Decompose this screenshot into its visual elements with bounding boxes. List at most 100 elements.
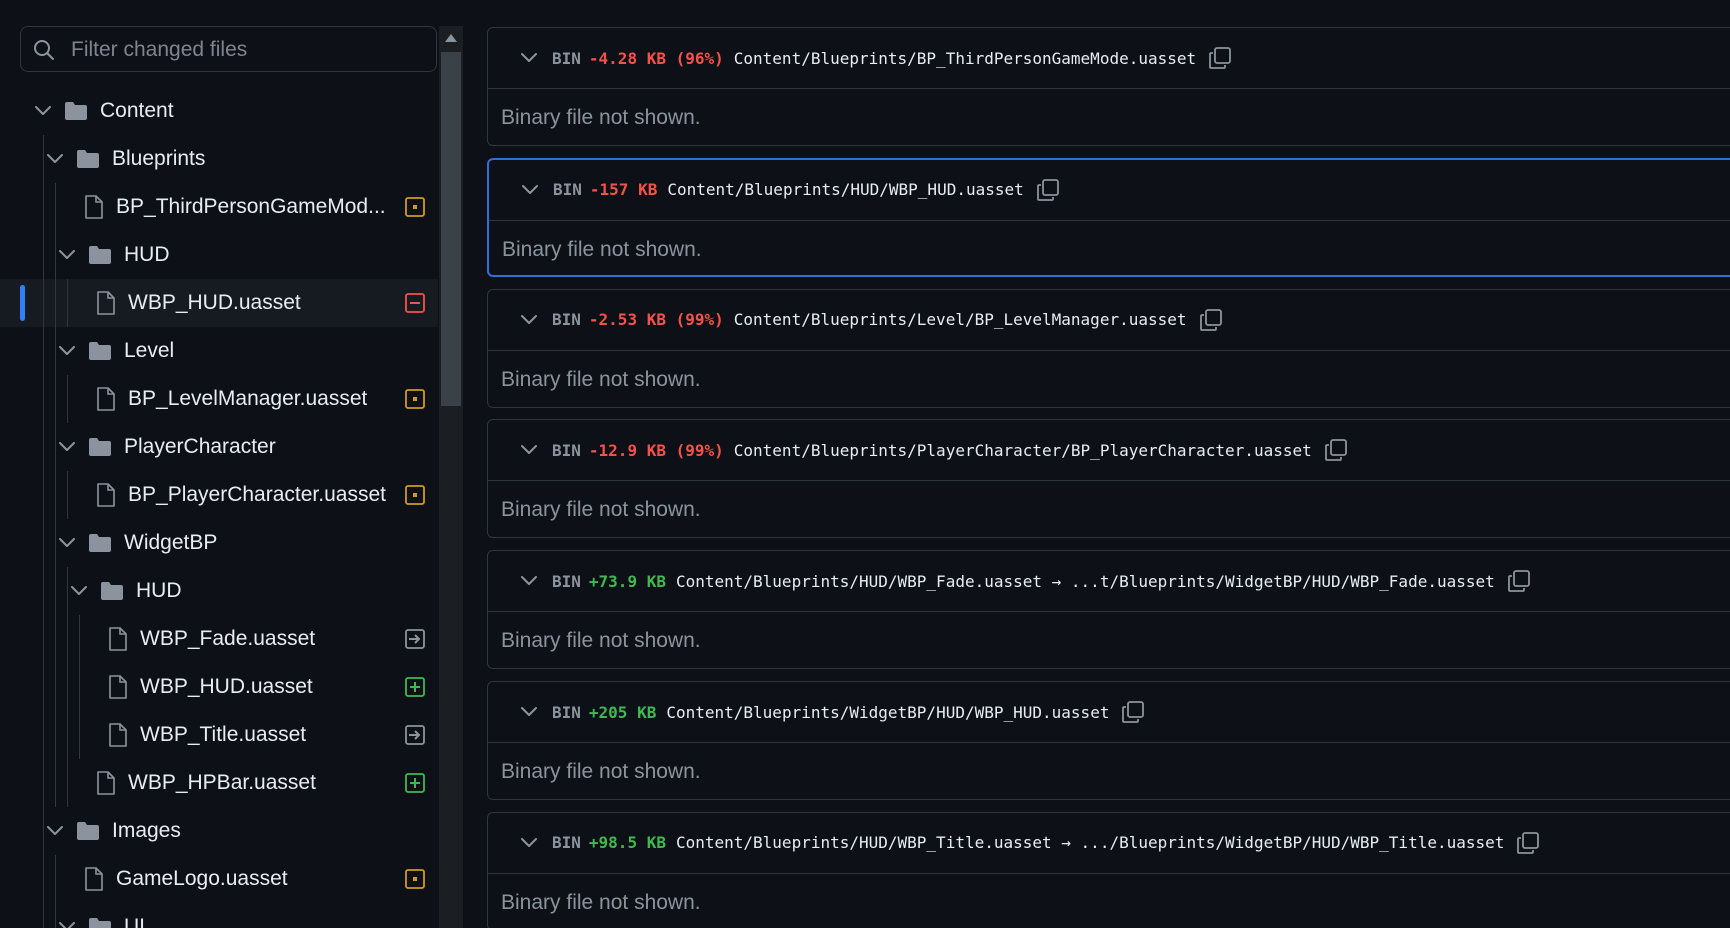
file-icon (96, 387, 116, 411)
tree-folder[interactable]: Level (0, 327, 438, 375)
diff-header[interactable]: BIN -157 KB Content/Blueprints/HUD/WBP_HUD… (489, 160, 1730, 221)
file-path[interactable]: Content/Blueprints/PlayerCharacter/BP_Pl… (734, 441, 1312, 460)
tree-indent-guide (43, 855, 44, 903)
copy-icon[interactable] (1199, 308, 1223, 332)
tree-folder[interactable]: UI (0, 903, 438, 928)
tree-file[interactable]: BP_PlayerCharacter.uasset (0, 471, 438, 519)
binary-badge: BIN (552, 702, 581, 722)
diff-card: BIN -4.28 KB (96%) Content/Blueprints/BP_T… (487, 27, 1730, 146)
tree-file[interactable]: GameLogo.uasset (0, 855, 438, 903)
file-icon (108, 627, 128, 651)
copy-icon[interactable] (1516, 831, 1540, 855)
tree-folder[interactable]: PlayerCharacter (0, 423, 438, 471)
status-deleted-icon (404, 292, 426, 314)
file-path[interactable]: Content/Blueprints/HUD/WBP_Title.uasset … (676, 833, 1504, 852)
diff-header[interactable]: BIN +205 KB Content/Blueprints/WidgetBP/HU… (488, 682, 1730, 743)
chevron-down-icon[interactable] (518, 576, 540, 586)
tree-indent-guide (43, 567, 44, 615)
diff-header[interactable]: BIN +98.5 KB Content/Blueprints/HUD/WBP_Ti… (488, 813, 1730, 874)
diff-header[interactable]: BIN -12.9 KB (99%) Content/Blueprints/Play… (488, 420, 1730, 482)
chevron-down-icon[interactable] (518, 314, 540, 325)
tree-indent-guide (67, 663, 68, 711)
file-tree: Content Blueprints BP_ThirdPersonGameMod..… (0, 87, 438, 928)
folder-icon (76, 821, 100, 841)
chevron-down-icon[interactable] (58, 538, 76, 548)
diff-card: BIN -12.9 KB (99%) Content/Blueprints/Play… (487, 419, 1730, 539)
filter-input[interactable] (69, 33, 423, 67)
status-added-icon (404, 772, 426, 794)
scroll-up-arrow-icon[interactable] (445, 34, 457, 42)
tree-file[interactable]: WBP_HPBar.uasset (0, 759, 438, 807)
tree-indent-guide (43, 711, 44, 759)
copy-icon[interactable] (1208, 46, 1232, 70)
tree-folder[interactable]: Content (0, 87, 438, 135)
size-delta: -2.53 KB (99%) (588, 310, 724, 330)
tree-item-label: WBP_Fade.uasset (140, 627, 316, 650)
tree-file[interactable]: BP_ThirdPersonGameMod... (0, 183, 438, 231)
diff-header[interactable]: BIN +73.9 KB Content/Blueprints/HUD/WBP_Fa… (488, 551, 1730, 613)
folder-icon (88, 917, 112, 928)
tree-indent-guide (43, 903, 44, 928)
tree-file[interactable]: WBP_Title.uasset (0, 711, 438, 759)
chevron-down-icon[interactable] (518, 837, 540, 848)
chevron-down-icon[interactable] (518, 445, 540, 455)
file-path[interactable]: Content/Blueprints/BP_ThirdPersonGameMod… (734, 49, 1196, 68)
file-icon (96, 291, 116, 315)
chevron-down-icon[interactable] (46, 154, 64, 164)
copy-icon[interactable] (1507, 569, 1531, 593)
tree-indent-guide (43, 807, 44, 855)
tree-indent-guide (79, 711, 80, 759)
chevron-down-icon[interactable] (58, 442, 76, 452)
tree-indent-guide (55, 519, 56, 567)
chevron-down-icon[interactable] (518, 53, 540, 63)
copy-icon[interactable] (1036, 178, 1060, 202)
file-icon (96, 483, 116, 507)
tree-indent-guide (79, 615, 80, 663)
chevron-down-icon[interactable] (34, 106, 52, 116)
tree-indent-guide (43, 327, 44, 375)
chevron-down-icon[interactable] (518, 707, 540, 717)
diff-header[interactable]: BIN -4.28 KB (96%) Content/Blueprints/BP_T… (488, 28, 1730, 89)
tree-file[interactable]: WBP_HUD.uasset (0, 663, 438, 711)
file-path[interactable]: Content/Blueprints/WidgetBP/HUD/WBP_HUD.… (666, 703, 1109, 722)
tree-folder[interactable]: WidgetBP (0, 519, 438, 567)
tree-indent-guide (55, 375, 56, 423)
tree-folder[interactable]: Blueprints (0, 135, 438, 183)
sidebar-scrollbar[interactable] (439, 26, 463, 928)
scrollbar-thumb[interactable] (441, 52, 461, 406)
folder-icon (88, 245, 112, 265)
tree-indent-guide (43, 663, 44, 711)
chevron-down-icon[interactable] (58, 250, 76, 260)
file-icon (84, 195, 104, 219)
chevron-down-icon[interactable] (46, 826, 64, 836)
tree-indent-guide (79, 663, 80, 711)
file-path[interactable]: Content/Blueprints/Level/BP_LevelManager… (734, 310, 1187, 329)
diff-card: BIN +98.5 KB Content/Blueprints/HUD/WBP_Ti… (487, 811, 1730, 928)
chevron-down-icon[interactable] (519, 184, 541, 195)
tree-item-label: Images (112, 819, 181, 842)
copy-icon[interactable] (1121, 700, 1145, 724)
binary-badge: BIN (552, 310, 581, 330)
status-renamed-icon (404, 628, 426, 650)
chevron-down-icon[interactable] (58, 346, 76, 356)
chevron-down-icon[interactable] (58, 922, 76, 928)
binary-badge: BIN (552, 571, 581, 591)
tree-file[interactable]: WBP_Fade.uasset (0, 615, 438, 663)
tree-indent-guide (55, 615, 56, 663)
binary-badge: BIN (552, 440, 581, 460)
tree-item-label: Blueprints (112, 147, 206, 170)
size-delta: -4.28 KB (96%) (588, 48, 724, 68)
tree-file[interactable]: WBP_HUD.uasset (0, 279, 438, 327)
tree-item-label: WBP_HUD.uasset (128, 291, 301, 314)
tree-folder[interactable]: HUD (0, 567, 438, 615)
file-path[interactable]: Content/Blueprints/HUD/WBP_Fade.uasset →… (676, 572, 1495, 591)
diff-header[interactable]: BIN -2.53 KB (99%) Content/Blueprints/Leve… (488, 290, 1730, 351)
chevron-down-icon[interactable] (70, 586, 88, 596)
file-path[interactable]: Content/Blueprints/HUD/WBP_HUD.uasset (667, 180, 1023, 199)
copy-icon[interactable] (1324, 438, 1348, 462)
binary-badge: BIN (552, 833, 581, 853)
tree-indent-guide (43, 615, 44, 663)
tree-folder[interactable]: Images (0, 807, 438, 855)
tree-folder[interactable]: HUD (0, 231, 438, 279)
tree-file[interactable]: BP_LevelManager.uasset (0, 375, 438, 423)
